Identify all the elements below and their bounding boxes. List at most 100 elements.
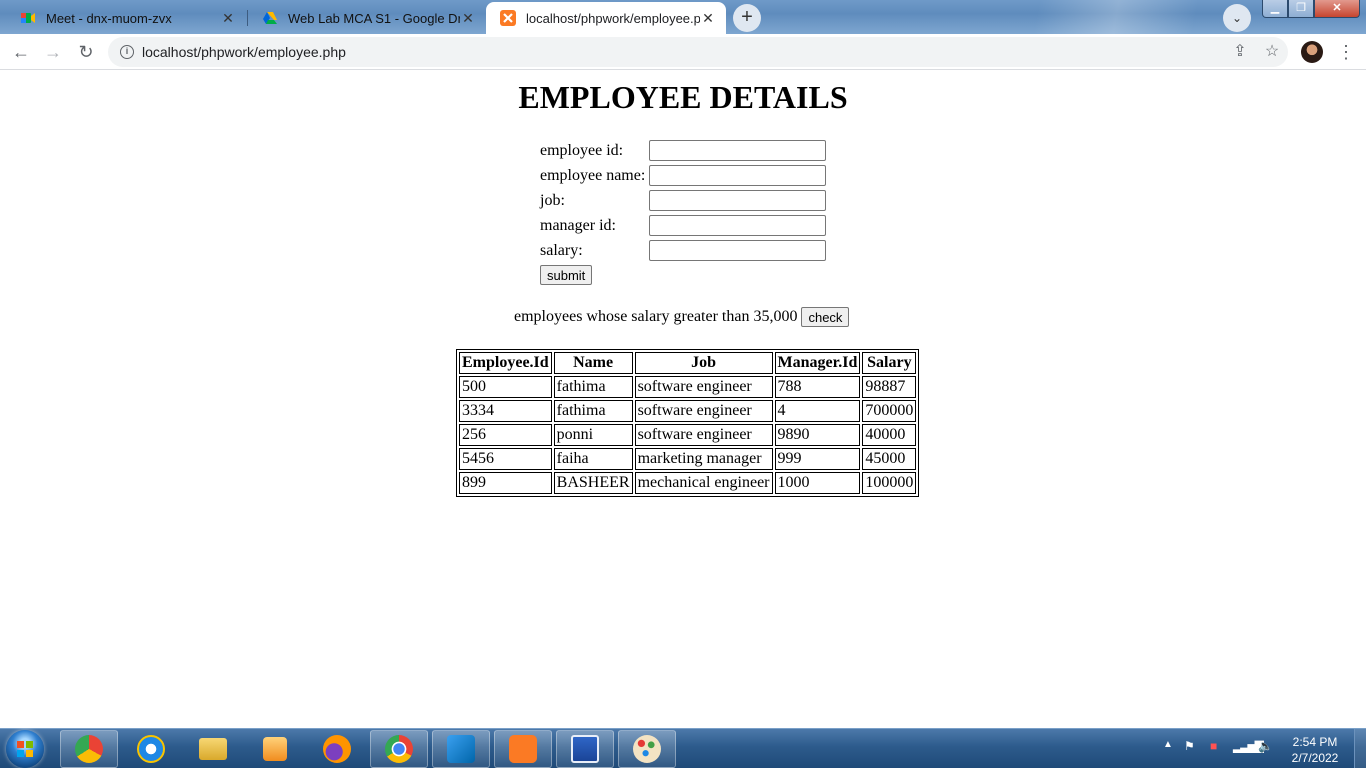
firefox-icon [323,735,351,763]
header-job: Job [634,352,773,374]
employee-id-input[interactable] [649,140,826,161]
profile-avatar[interactable] [1301,41,1323,63]
job-input[interactable] [649,190,826,211]
cell-name: ponni [553,424,633,446]
tab-meet[interactable]: Meet - dnx-muom-zvx ✕ [6,2,246,34]
show-desktop-button[interactable] [1354,729,1366,768]
show-hidden-icons-icon[interactable]: ▲ [1163,739,1173,750]
vscode-icon [447,735,475,763]
cell-job: mechanical engineer [634,472,773,494]
taskbar-xampp[interactable] [494,730,552,768]
cell-manager-id: 1000 [774,472,861,494]
submit-button[interactable]: submit [540,265,593,285]
start-button[interactable] [6,730,44,768]
header-employee-id: Employee.Id [459,352,552,374]
restore-icon[interactable]: ❐ [1288,0,1314,18]
reload-icon[interactable]: ↻ [74,40,98,64]
taskbar-word[interactable] [556,730,614,768]
salary-filter-text: employees whose salary greater than 35,0… [514,308,798,325]
taskbar-paint[interactable] [618,730,676,768]
file-explorer-icon [199,738,227,760]
close-icon[interactable]: ✕ [460,10,476,26]
cell-job: software engineer [634,424,773,446]
close-icon[interactable]: ✕ [220,10,236,26]
address-bar[interactable]: i localhost/phpwork/employee.php [108,37,1288,67]
job-label: job: [540,192,565,209]
minimize-icon[interactable]: ▁ [1262,0,1288,18]
taskbar-internet-explorer[interactable] [122,730,180,768]
taskbar-chrome[interactable] [370,730,428,768]
tab-search-button[interactable]: ⌄ [1223,4,1251,32]
chrome-icon [385,735,413,763]
check-button[interactable]: check [801,307,850,327]
security-alert-icon[interactable]: ■ [1210,739,1217,753]
back-icon[interactable]: ← [9,40,33,64]
site-info-icon[interactable]: i [120,45,134,59]
google-drive-icon [263,12,277,24]
taskbar-media-player[interactable] [246,730,304,768]
salary-input[interactable] [649,240,826,261]
browser-toolbar: ← → ↻ i localhost/phpwork/employee.php ⇪… [0,34,1366,70]
cell-job: software engineer [634,400,773,422]
close-window-icon[interactable]: ✕ [1314,0,1360,18]
tab-google-drive[interactable]: Web Lab MCA S1 - Google Drive ✕ [248,2,486,34]
xampp-icon [500,10,516,26]
cell-manager-id: 9890 [774,424,861,446]
cell-manager-id: 4 [774,400,861,422]
salary-label: salary: [540,242,583,259]
form-row-employee-name: employee name: [540,165,840,187]
cell-name: fathima [553,400,633,422]
cell-salary: 700000 [862,400,917,422]
header-manager-id: Manager.Id [774,352,861,374]
close-icon[interactable]: ✕ [700,10,716,26]
cell-name: faiha [553,448,633,470]
table-header-row: Employee.Id Name Job Manager.Id Salary [459,352,917,374]
manager-id-input[interactable] [649,215,826,236]
cell-job: software engineer [634,376,773,398]
taskbar-firefox[interactable] [308,730,366,768]
form-row-manager-id: manager id: [540,215,840,237]
cell-name: fathima [553,376,633,398]
cell-manager-id: 999 [774,448,861,470]
employee-name-input[interactable] [649,165,826,186]
tab-employee-php[interactable]: localhost/phpwork/employee.php ✕ [486,2,726,34]
taskbar-file-explorer[interactable] [184,730,242,768]
xampp-icon [509,735,537,763]
window-controls: ▁ ❐ ✕ [1262,0,1360,20]
volume-icon[interactable]: 🔈 [1258,739,1273,753]
tab-label: Meet - dnx-muom-zvx [46,10,172,26]
internet-explorer-icon [137,735,165,763]
table-row: 5456 faiha marketing manager 999 45000 [459,448,917,470]
table-row: 899 BASHEER mechanical engineer 1000 100… [459,472,917,494]
cell-salary: 98887 [862,376,917,398]
chrome-profile-icon [75,735,103,763]
forward-icon[interactable]: → [41,40,65,64]
cell-salary: 40000 [862,424,917,446]
bookmark-star-icon[interactable]: ☆ [1260,40,1284,64]
taskbar-vscode[interactable] [432,730,490,768]
cell-employee-id: 5456 [459,448,552,470]
employee-name-label: employee name: [540,167,646,184]
system-clock[interactable]: 2:54 PM 2/7/2022 [1282,734,1348,766]
clock-time: 2:54 PM [1292,735,1338,749]
table-row: 500 fathima software engineer 788 98887 [459,376,917,398]
cell-salary: 45000 [862,448,917,470]
cell-manager-id: 788 [774,376,861,398]
form-row-employee-id: employee id: [540,140,840,162]
form-row-salary: salary: [540,240,840,262]
manager-id-label: manager id: [540,217,616,234]
new-tab-button[interactable]: + [733,4,761,32]
word-icon [571,735,599,763]
google-meet-icon [21,13,35,23]
clock-date: 2/7/2022 [1291,751,1339,765]
menu-kebab-icon[interactable]: ⋮ [1334,40,1358,64]
share-icon[interactable]: ⇪ [1228,40,1252,64]
cell-employee-id: 500 [459,376,552,398]
browser-titlebar: Meet - dnx-muom-zvx ✕ Web Lab MCA S1 - G… [0,0,1366,34]
page-title: EMPLOYEE DETAILS [518,79,848,115]
action-center-flag-icon[interactable]: ⚑ [1184,739,1195,753]
employee-id-label: employee id: [540,142,624,159]
employee-table: Employee.Id Name Job Manager.Id Salary 5… [456,349,920,497]
form-row-job: job: [540,190,840,212]
taskbar-chrome-profile[interactable] [60,730,118,768]
